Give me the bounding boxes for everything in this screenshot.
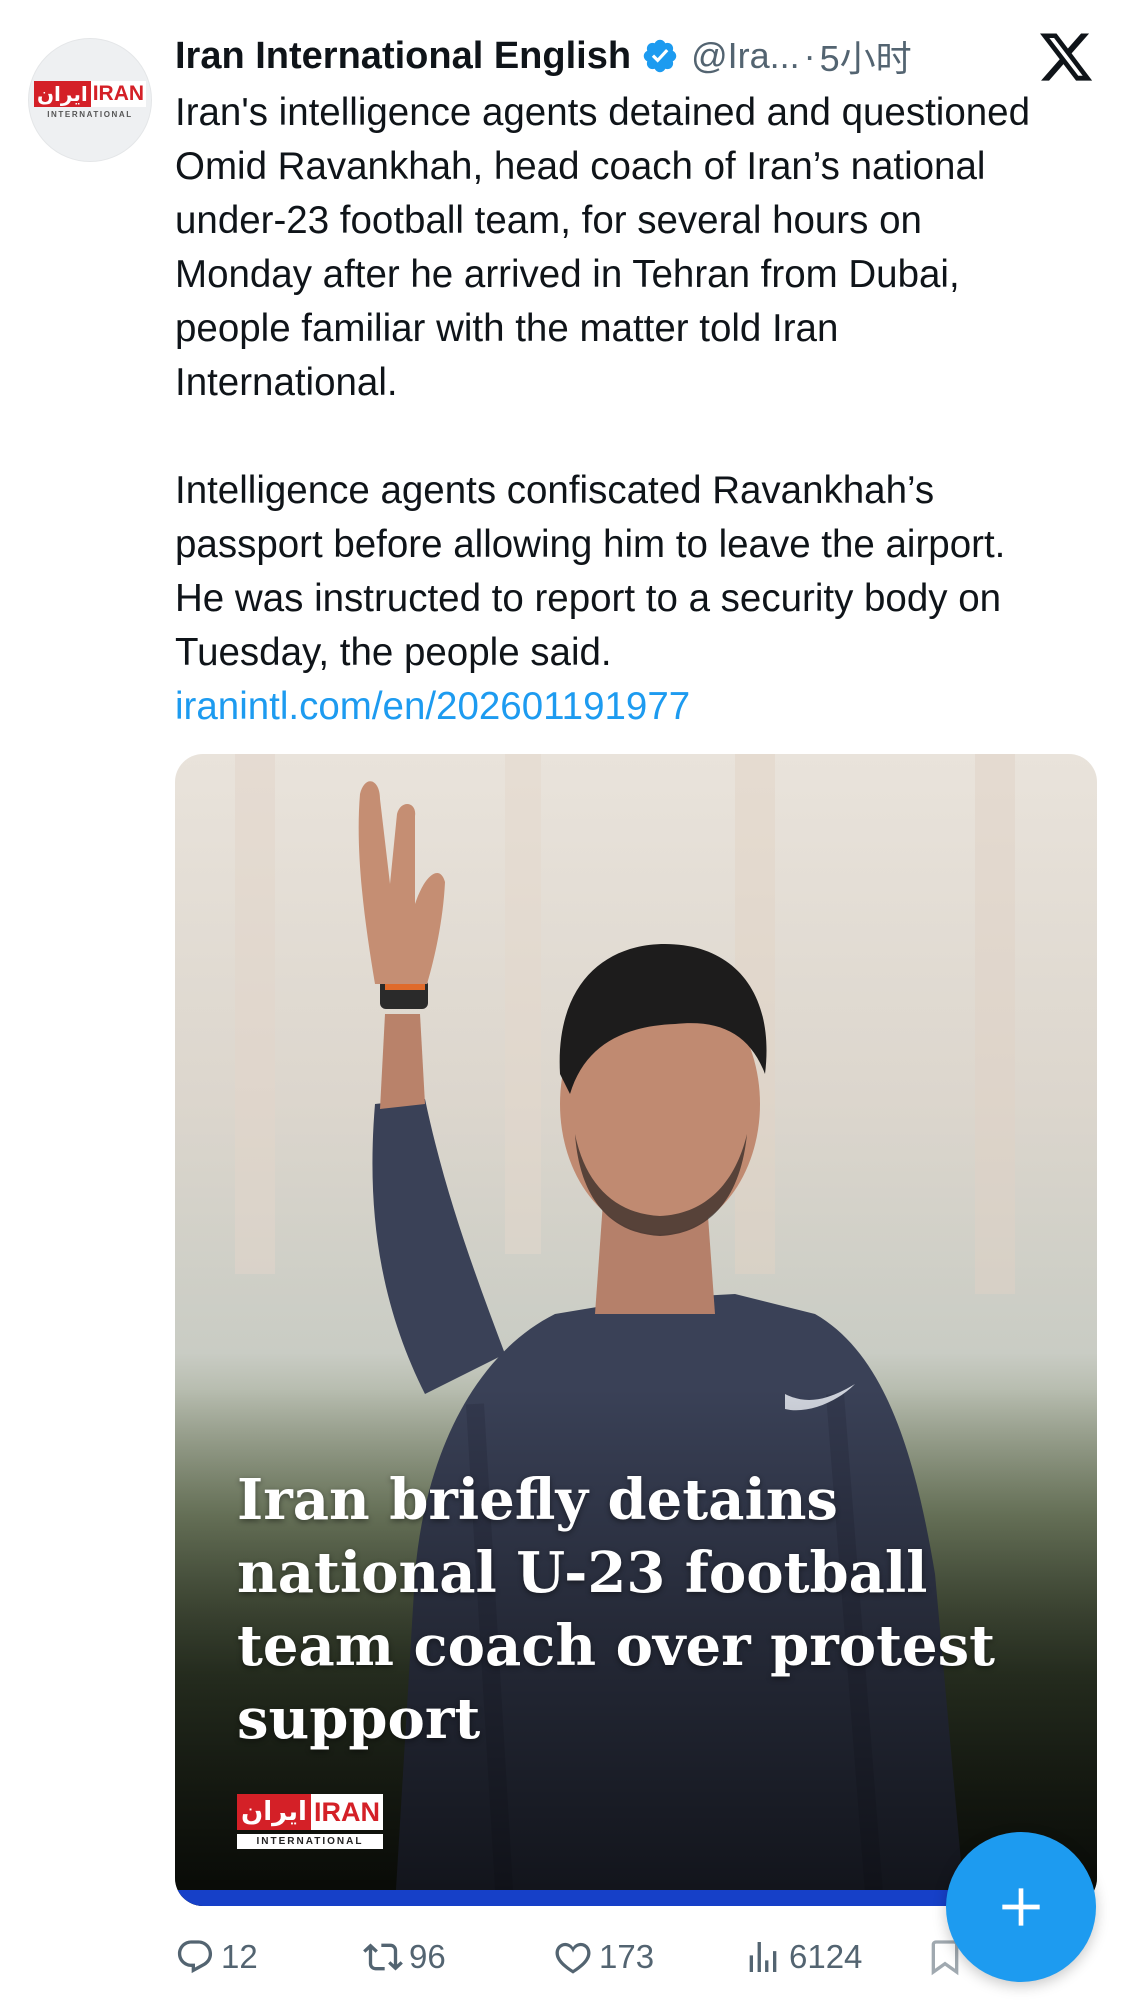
- views-count: 6124: [789, 1938, 863, 1975]
- views-button[interactable]: 6124: [743, 1937, 862, 1977]
- iran-international-logo: ایران IRAN INTERNATIONAL: [33, 81, 147, 119]
- like-count: 173: [599, 1938, 655, 1975]
- logo-text-fa: ایران: [33, 81, 91, 107]
- reply-icon: [177, 1940, 213, 1974]
- media-logo-subtext: INTERNATIONAL: [237, 1834, 383, 1849]
- author-handle[interactable]: @Ira...: [691, 35, 800, 77]
- media-logo-text-en: IRAN: [310, 1794, 383, 1830]
- like-button[interactable]: 173: [553, 1937, 654, 1977]
- x-logo-icon[interactable]: [1037, 28, 1095, 86]
- tweet-paragraph-2: Intelligence agents confiscated Ravankha…: [175, 469, 1006, 674]
- logo-subtext: INTERNATIONAL: [47, 110, 133, 119]
- compose-fab-button[interactable]: [946, 1832, 1096, 1982]
- media-headline: Iran briefly detains national U-23 footb…: [237, 1467, 995, 1752]
- author-name[interactable]: Iran International English: [175, 35, 631, 78]
- separator-dot: ·: [803, 35, 816, 76]
- retweet-button[interactable]: 96: [363, 1937, 446, 1977]
- plus-icon: [1002, 1888, 1040, 1926]
- logo-text-en: IRAN: [90, 81, 147, 107]
- article-link[interactable]: iranintl.com/en/202601191977: [175, 685, 690, 728]
- tweet-header: Iran International English @Ira... · 5小时: [175, 30, 1025, 82]
- tweet-paragraph-1: Iran's intelligence agents detained and …: [175, 91, 1030, 404]
- retweet-icon: [363, 1943, 403, 1971]
- author-avatar[interactable]: ایران IRAN INTERNATIONAL: [28, 38, 152, 162]
- tweet-timestamp[interactable]: 5小时: [820, 30, 912, 82]
- reply-button[interactable]: 12: [175, 1937, 258, 1977]
- media-logo-text-fa: ایران: [237, 1794, 311, 1830]
- media-card[interactable]: Iran briefly detains national U-23 footb…: [175, 754, 1097, 1906]
- retweet-count: 96: [409, 1938, 446, 1975]
- verified-badge-icon: [643, 39, 677, 73]
- reply-count: 12: [221, 1938, 258, 1975]
- heart-icon: [555, 1942, 591, 1974]
- media-brand-logo: ایران IRAN INTERNATIONAL: [237, 1794, 383, 1849]
- tweet-body: Iran's intelligence agents detained and …: [175, 86, 1055, 734]
- views-chart-icon: [749, 1942, 777, 1972]
